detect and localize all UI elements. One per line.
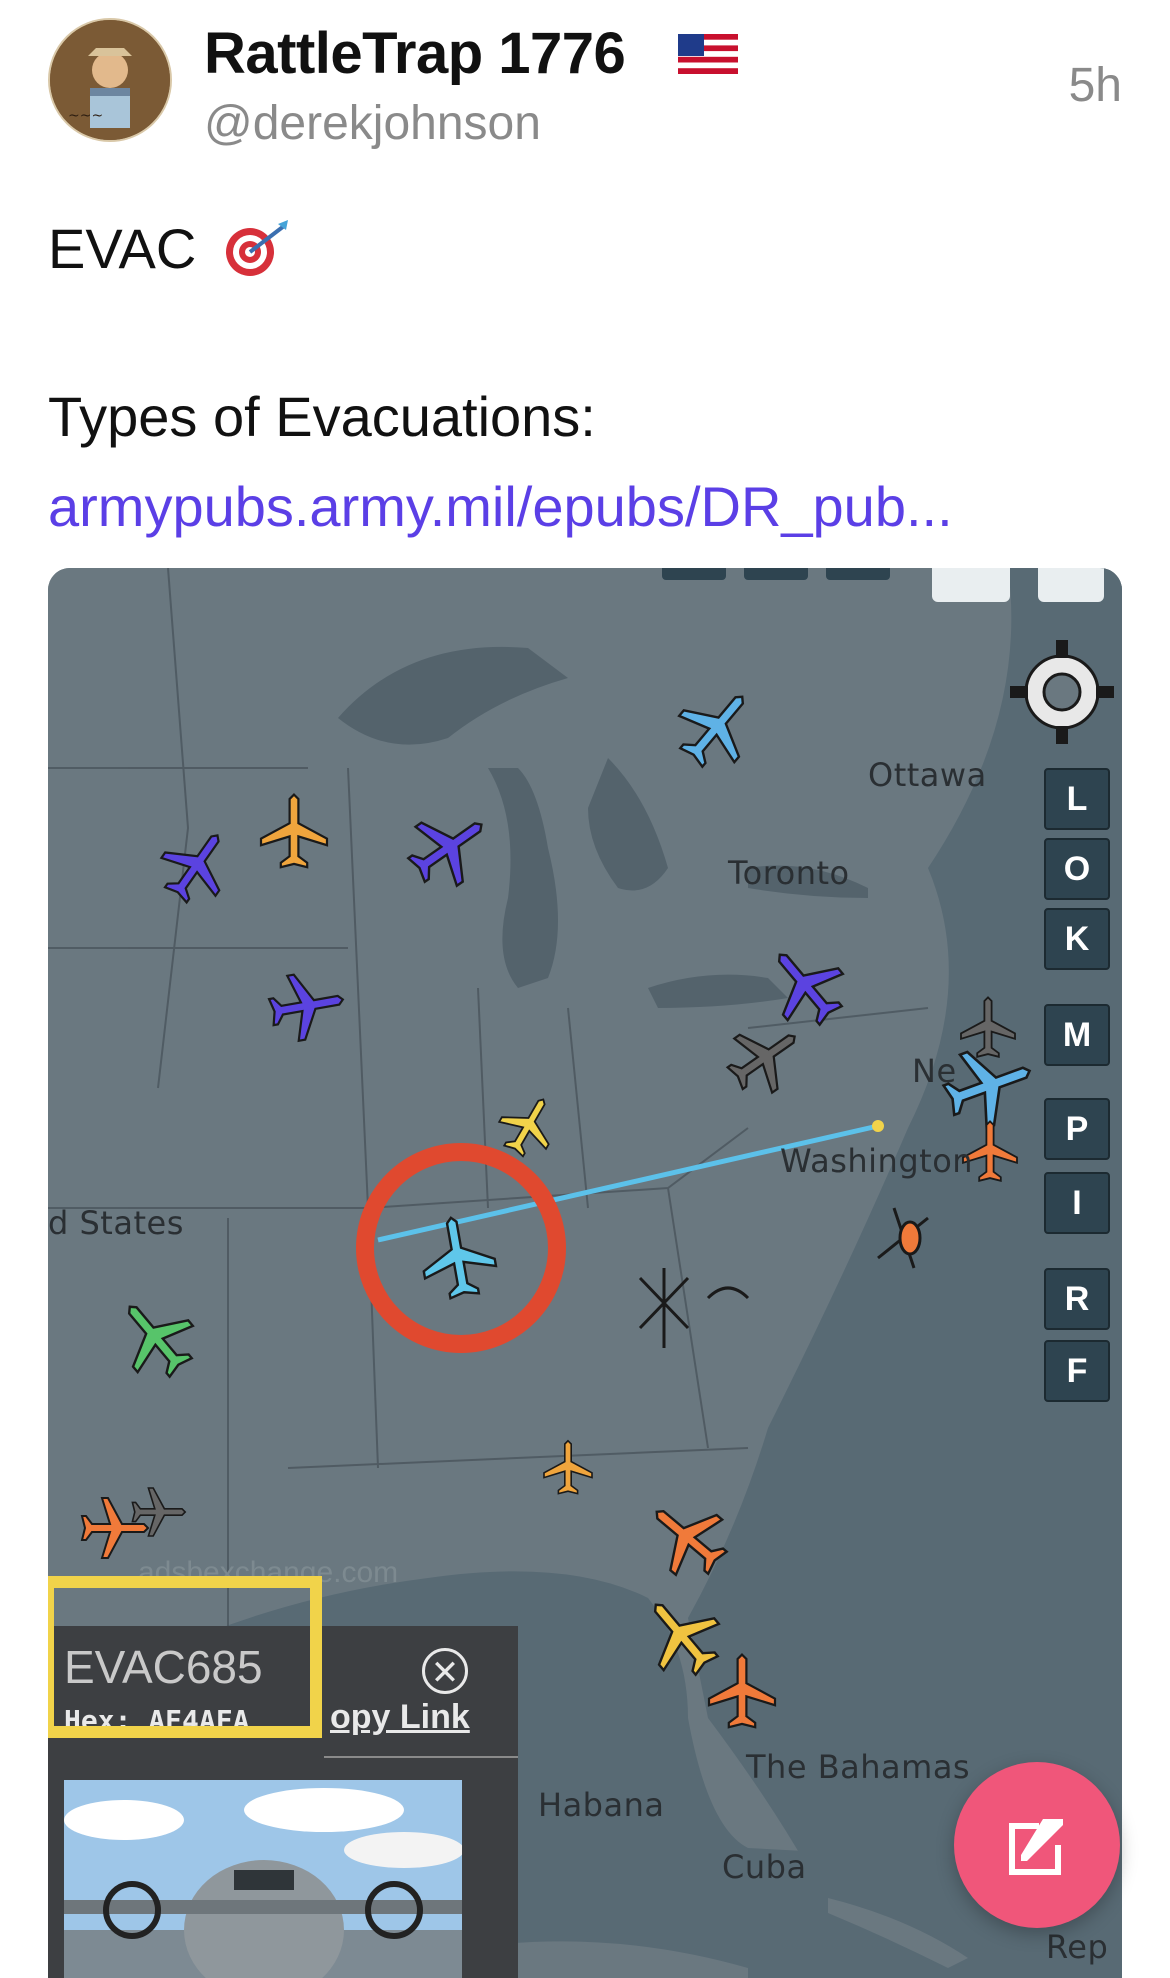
- aircraft-icon: [632, 1482, 742, 1592]
- aircraft-icon: [750, 930, 860, 1040]
- user-handle[interactable]: @derekjohnson: [204, 96, 541, 151]
- label-ottawa: Ottawa: [868, 756, 987, 794]
- compose-button[interactable]: [954, 1762, 1120, 1928]
- aircraft-icon: [147, 815, 246, 915]
- post-text-evac: EVAC: [48, 217, 197, 280]
- aircraft-icon: [394, 793, 504, 901]
- aircraft-icon: [715, 1008, 815, 1107]
- ruler-button[interactable]: [1038, 568, 1104, 602]
- antenna-icon: [638, 1268, 750, 1348]
- copy-link[interactable]: opy Link: [330, 1698, 470, 1737]
- helicopter-icon: [877, 1207, 929, 1269]
- map-button-l[interactable]: L: [1044, 768, 1110, 830]
- label-united-states: d States: [48, 1204, 184, 1242]
- post-text-line: EVAC: [48, 216, 292, 281]
- aircraft-icon: [662, 672, 772, 782]
- display-name[interactable]: RattleTrap 1776: [204, 20, 626, 87]
- aircraft-icon: [414, 1210, 502, 1304]
- label-republic: Rep: [1046, 1928, 1109, 1966]
- map-image[interactable]: Ottawa Toronto Washington Ne d States Th…: [48, 568, 1122, 1978]
- aircraft-icon: [707, 1653, 777, 1729]
- avatar[interactable]: ~~~: [48, 18, 172, 142]
- aircraft-icon: [489, 1085, 568, 1166]
- map-button-f[interactable]: F: [1044, 1340, 1110, 1402]
- compose-icon: [1009, 1819, 1063, 1875]
- aircraft-icon: [259, 793, 329, 869]
- aircraft-icon: [100, 1282, 210, 1392]
- svg-text:~~~: ~~~: [68, 108, 103, 124]
- close-icon[interactable]: ✕: [422, 1648, 468, 1694]
- divider: [324, 1756, 518, 1758]
- map-button-i[interactable]: I: [1044, 1172, 1110, 1234]
- map-button-r[interactable]: R: [1044, 1268, 1110, 1330]
- aircraft-icon: [960, 996, 1016, 1058]
- target-dart-icon: [225, 220, 288, 276]
- highlight-box: [48, 1576, 322, 1738]
- aircraft-icon: [626, 1580, 736, 1690]
- map-button-p[interactable]: P: [1044, 1098, 1110, 1160]
- label-habana: Habana: [538, 1786, 665, 1824]
- map-button-o[interactable]: O: [1044, 838, 1110, 900]
- post-link[interactable]: armypubs.army.mil/epubs/DR_pub...: [48, 474, 953, 539]
- map-button-m[interactable]: M: [1044, 1004, 1110, 1066]
- label-washington: Washington: [780, 1142, 974, 1180]
- map-button-k[interactable]: K: [1044, 908, 1110, 970]
- aircraft-photo: [64, 1780, 462, 1978]
- label-cuba: Cuba: [722, 1848, 807, 1886]
- aircraft-icon: [264, 965, 350, 1046]
- aircraft-icon: [543, 1440, 593, 1495]
- map-toolbar-button[interactable]: [744, 568, 808, 580]
- map-toolbar-button[interactable]: [662, 568, 726, 580]
- post-time: 5h: [1068, 59, 1122, 112]
- us-flag-icon: [678, 34, 738, 74]
- gear-icon: [1010, 640, 1114, 744]
- label-bahamas: The Bahamas: [746, 1748, 971, 1786]
- label-toronto: Toronto: [728, 854, 850, 892]
- layers-button[interactable]: [932, 568, 1010, 602]
- map-toolbar-button[interactable]: [826, 568, 890, 580]
- label-new-york: Ne: [912, 1052, 957, 1090]
- post-text-types: Types of Evacuations:: [48, 385, 596, 448]
